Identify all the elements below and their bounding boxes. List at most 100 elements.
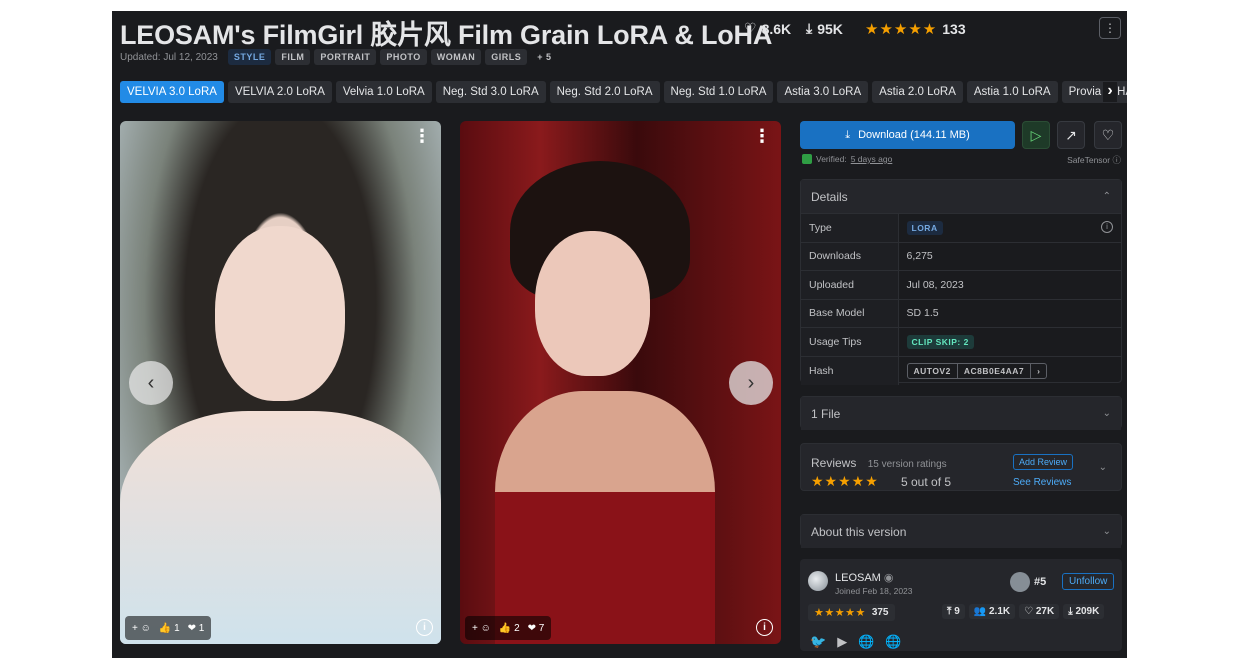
download-icon: ⤓ [845, 128, 851, 141]
page-title: LEOSAM's FilmGirl 胶片风 Film Grain LoRA & … [120, 20, 773, 50]
details-row-type: Type LORA i [801, 213, 1121, 242]
version-tab[interactable]: Neg. Std 2.0 LoRA [549, 81, 660, 103]
version-tab[interactable]: Astia 2.0 LoRA [872, 81, 963, 103]
gallery-image-1[interactable]: ⋮ ‹ + ☺ 👍 1 ❤ 1 i [120, 121, 441, 644]
rating-count: 133 [942, 21, 966, 37]
reactions-bar[interactable]: + ☺ 👍 1 ❤ 1 [125, 616, 212, 640]
hash-control[interactable]: AUTOV2 AC8B0E4AA7 › [906, 362, 1048, 379]
download-button[interactable]: ⤓ Download (144.11 MB) [800, 121, 1015, 149]
downloads-stat: ⤓ 95K [806, 20, 843, 37]
rating-stars-icon: ★★★★★ [865, 21, 938, 38]
rating-stat[interactable]: ★★★★★ 133 [865, 20, 966, 38]
version-tab[interactable]: Neg. Std 1.0 LoRA [663, 81, 774, 103]
creator-card: LEOSAM ◉ Joined Feb 18, 2023 #5 Unfollow… [800, 559, 1122, 651]
heart-reaction[interactable]: ❤ 1 [188, 623, 205, 634]
next-image-button[interactable]: › [729, 361, 773, 405]
tabs-scroll-right-icon[interactable]: › [1103, 82, 1117, 102]
tag-style[interactable]: STYLE [227, 49, 272, 65]
info-icon[interactable]: ⓘ [1112, 155, 1121, 165]
verified-label: Verified: [816, 154, 847, 164]
detail-value: 6,275 [898, 241, 1121, 271]
favorite-button[interactable]: ♡ [1094, 121, 1122, 149]
thumbs-count: 2 [514, 622, 520, 634]
add-reaction-icon[interactable]: + ☺ [132, 623, 151, 634]
hash-value[interactable]: AC8B0E4AA7 [956, 363, 1030, 378]
reactions-bar[interactable]: + ☺ 👍 2 ❤ 7 [465, 616, 552, 640]
thumbs-up-reaction[interactable]: 👍 2 [499, 623, 520, 634]
tag-girls[interactable]: GIRLS [485, 49, 528, 65]
globe-icon[interactable]: 🌐 [885, 634, 901, 650]
verified-badge-icon: ◉ [883, 572, 894, 584]
hash-type[interactable]: AUTOV2 [908, 364, 957, 378]
creator-rating: ★★★★★ 375 [808, 604, 895, 621]
info-icon[interactable]: i [756, 619, 773, 636]
chevron-down-icon: ⌄ [1102, 408, 1111, 419]
detail-value: SD 1.5 [898, 298, 1121, 328]
tag-more[interactable]: + 5 [531, 49, 557, 65]
run-button[interactable]: ▷ [1022, 121, 1050, 149]
see-reviews-link[interactable]: See Reviews [1013, 477, 1071, 488]
rank-label: #5 [1034, 576, 1047, 588]
tag-portrait[interactable]: PORTRAIT [314, 49, 377, 65]
about-header[interactable]: About this version ⌄ [801, 515, 1121, 548]
version-tab[interactable]: Neg. Std 3.0 LoRA [435, 81, 546, 103]
version-tab[interactable]: VELVIA 2.0 LoRA [227, 81, 332, 103]
add-review-button[interactable]: Add Review [1013, 454, 1074, 470]
reviews-label: Reviews [811, 456, 857, 470]
version-tab[interactable]: Velvia 1.0 LoRA [335, 81, 432, 103]
detail-value: LORA i [898, 213, 1121, 242]
video-icon[interactable]: ▶ [837, 634, 847, 650]
model-page: LEOSAM's FilmGirl 胶片风 Film Grain LoRA & … [112, 11, 1127, 658]
tag-photo[interactable]: PHOTO [380, 49, 427, 65]
prev-image-button[interactable]: ‹ [129, 361, 173, 405]
version-tab[interactable]: Astia 1.0 LoRA [966, 81, 1058, 103]
globe-icon[interactable]: 🌐 [858, 634, 874, 650]
thumbs-up-reaction[interactable]: 👍 1 [159, 623, 180, 634]
creator-rank: #5 [1010, 572, 1046, 592]
info-icon[interactable]: i [1101, 220, 1113, 233]
share-button[interactable]: ↗ [1057, 121, 1085, 149]
version-tab[interactable]: Provia LoHA [1061, 81, 1127, 103]
type-badge: LORA [906, 220, 943, 235]
chevron-up-icon: ⌃ [1102, 191, 1111, 202]
rank-medal-icon [1010, 572, 1030, 592]
version-tab[interactable]: VELVIA 3.0 LoRA [120, 81, 224, 103]
likes-stat[interactable]: ♡ 8.6K [744, 20, 791, 37]
gallery-image-2[interactable]: ⋮ › + ☺ 👍 2 ❤ 7 i [460, 121, 781, 644]
chevron-left-icon: ‹ [147, 371, 155, 394]
heart-reaction[interactable]: ❤ 7 [528, 623, 545, 634]
portrait-body [120, 411, 441, 644]
chevron-down-icon[interactable]: ⌄ [1099, 462, 1107, 473]
version-tab[interactable]: Astia 3.0 LoRA [777, 81, 869, 103]
creator-rating-count: 375 [871, 607, 889, 618]
reviews-title: Reviews 15 version ratings [811, 456, 947, 470]
detail-value: AUTOV2 AC8B0E4AA7 › [898, 355, 1121, 385]
detail-key: Type [801, 213, 899, 242]
rating-stars-icon: ★★★★★ [814, 607, 866, 619]
info-icon[interactable]: i [416, 619, 433, 636]
play-icon: ▷ [1030, 126, 1042, 143]
tag-film[interactable]: FILM [275, 49, 311, 65]
reviews-count: 15 version ratings [867, 459, 947, 470]
files-header[interactable]: 1 File ⌄ [801, 397, 1121, 430]
unfollow-button[interactable]: Unfollow [1062, 573, 1115, 590]
downloads-count: 95K [817, 20, 843, 37]
details-panel: Details ⌃ Type LORA i Downloads 6,275 Upl… [800, 179, 1122, 385]
more-menu-button[interactable]: ⋮ [1099, 17, 1121, 39]
add-reaction-icon[interactable]: + ☺ [472, 623, 491, 634]
about-panel[interactable]: About this version ⌄ [800, 514, 1122, 548]
details-title: Details [811, 189, 848, 204]
portrait-face-front [535, 231, 650, 376]
twitter-icon[interactable]: 🐦 [810, 634, 826, 650]
image-menu-icon[interactable]: ⋮ [413, 127, 431, 145]
likes-count: 8.6K [761, 20, 792, 37]
creator-name[interactable]: LEOSAM ◉ [835, 571, 894, 584]
followers-stat: 👥 2.1K [968, 604, 1016, 619]
files-panel[interactable]: 1 File ⌄ [800, 396, 1122, 430]
verified-date[interactable]: 5 days ago [851, 154, 893, 164]
image-menu-icon[interactable]: ⋮ [753, 127, 771, 145]
details-header[interactable]: Details ⌃ [801, 180, 1121, 213]
chevron-right-icon[interactable]: › [1030, 363, 1046, 378]
tag-woman[interactable]: WOMAN [430, 49, 482, 65]
avatar[interactable] [808, 571, 828, 591]
